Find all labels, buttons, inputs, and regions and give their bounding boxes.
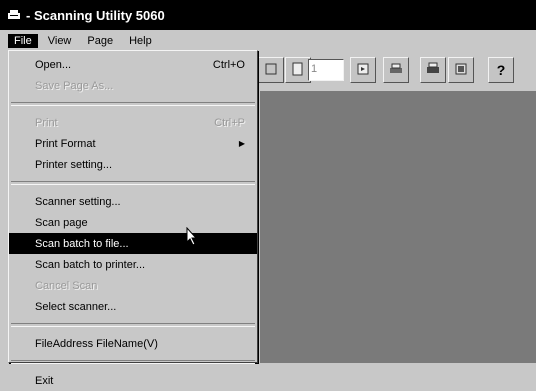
toolbar-button-print[interactable] xyxy=(420,57,446,83)
printer-setting-label: Printer setting... xyxy=(35,158,113,171)
window-title: - Scanning Utility 5060 xyxy=(26,7,165,23)
scanner-icon[interactable] xyxy=(6,7,22,23)
menu-page[interactable]: Page xyxy=(81,34,119,48)
menu-file[interactable]: File xyxy=(8,33,38,48)
print-label: Print xyxy=(35,116,58,129)
menu-item-scan-page[interactable]: Scan page xyxy=(9,212,257,233)
print-format-label: Print Format xyxy=(35,137,96,150)
toolbar-button-settings[interactable] xyxy=(448,57,474,83)
menu-item-exit[interactable]: Exit xyxy=(9,370,257,391)
menu-item-print-format[interactable]: Print Format ▶ xyxy=(9,133,257,154)
print-icon xyxy=(426,62,440,79)
menu-separator xyxy=(11,181,255,185)
page-number-field[interactable]: 1 xyxy=(308,59,344,81)
settings-icon xyxy=(454,62,468,79)
page-icon xyxy=(291,62,305,79)
menu-help[interactable]: Help xyxy=(123,34,158,48)
menu-item-scan-batch-to-printer[interactable]: Scan batch to printer... xyxy=(9,254,257,275)
scan-icon xyxy=(389,62,403,79)
menu-bar: File View Page Help xyxy=(0,30,536,51)
menu-view[interactable]: View xyxy=(42,34,78,48)
document-workspace xyxy=(260,91,536,363)
toolbar-button-next[interactable] xyxy=(350,57,376,83)
toolbar-button-zoom[interactable] xyxy=(258,57,284,83)
submenu-arrow-icon: ▶ xyxy=(238,139,245,148)
next-page-icon xyxy=(356,62,370,79)
toolbar-button-scan[interactable] xyxy=(383,57,409,83)
open-label: Open... xyxy=(35,58,72,71)
file-address-label: FileAddress FileName(V) xyxy=(35,337,158,350)
menu-item-save-page-as: Save Page As... xyxy=(9,75,257,96)
menu-separator xyxy=(11,102,255,106)
select-scanner-label: Select scanner... xyxy=(35,300,117,313)
toolbar-button-help[interactable]: ? xyxy=(488,57,514,83)
help-icon: ? xyxy=(496,62,506,78)
menu-item-print: Print Ctrl+P xyxy=(9,112,257,133)
scan-batch-file-label: Scan batch to file... xyxy=(35,237,129,250)
print-shortcut: Ctrl+P xyxy=(214,116,245,129)
menu-item-printer-setting[interactable]: Printer setting... xyxy=(9,154,257,175)
menu-separator xyxy=(11,323,255,327)
menu-item-cancel-scan: Cancel Scan xyxy=(9,275,257,296)
scan-batch-printer-label: Scan batch to printer... xyxy=(35,258,146,271)
mouse-cursor-icon xyxy=(186,226,200,250)
menu-item-scanner-setting[interactable]: Scanner setting... xyxy=(9,191,257,212)
menu-item-open[interactable]: Open... Ctrl+O xyxy=(9,54,257,75)
scan-page-label: Scan page xyxy=(35,216,88,229)
menu-item-scan-batch-to-file[interactable]: Scan batch to file... xyxy=(9,233,257,254)
menu-item-file-address[interactable]: FileAddress FileName(V) xyxy=(9,333,257,354)
zoom-icon xyxy=(264,62,278,79)
cancel-scan-label: Cancel Scan xyxy=(35,279,98,292)
file-menu-dropdown: Open... Ctrl+O Save Page As... Print Ctr… xyxy=(8,50,258,387)
save-page-as-label: Save Page As... xyxy=(35,79,114,92)
open-shortcut: Ctrl+O xyxy=(212,58,245,71)
menu-separator xyxy=(11,360,255,364)
scanner-setting-label: Scanner setting... xyxy=(35,195,121,208)
menu-item-select-scanner[interactable]: Select scanner... xyxy=(9,296,257,317)
title-bar: - Scanning Utility 5060 xyxy=(0,0,536,30)
exit-label: Exit xyxy=(35,374,54,387)
